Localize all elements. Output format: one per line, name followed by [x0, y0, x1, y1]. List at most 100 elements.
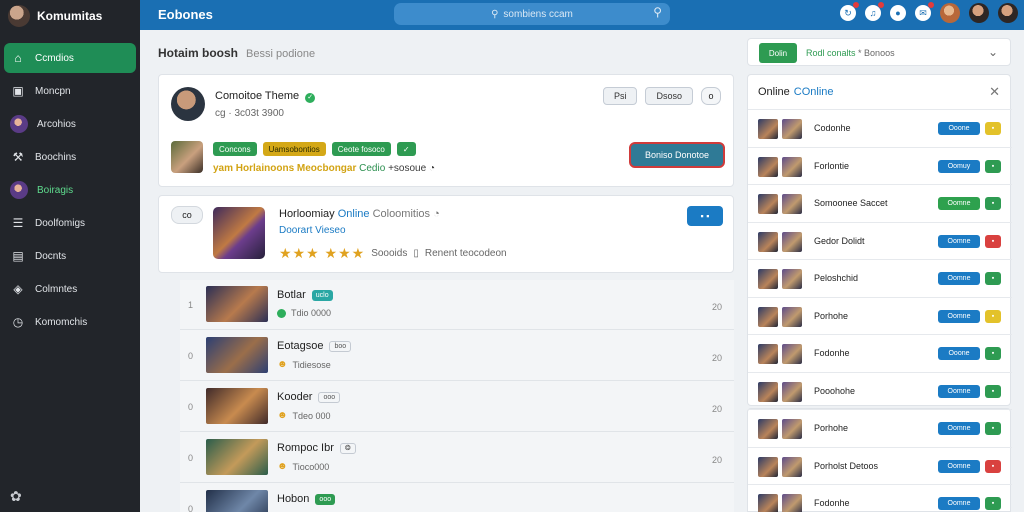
action-icon[interactable]: ▪	[985, 347, 1001, 360]
avatar[interactable]	[940, 3, 960, 23]
avatar[interactable]	[758, 344, 778, 364]
puzzle-icon[interactable]: ✿	[10, 488, 22, 505]
avatar[interactable]	[782, 156, 802, 177]
avatar[interactable]	[782, 231, 802, 252]
tag-chip[interactable]: Uamsobontios	[262, 142, 326, 156]
row-thumbnail[interactable]	[206, 286, 268, 322]
row-title[interactable]: Kooder ooo	[277, 391, 341, 403]
chevron-down-icon[interactable]: ⌄	[988, 45, 998, 59]
avatar[interactable]	[758, 419, 778, 439]
bell-icon[interactable]: ♫	[865, 2, 884, 21]
tag-chip[interactable]: ✓	[396, 142, 416, 156]
online-user-row[interactable]: Somoonee Saccet Oomne ▪	[748, 184, 1012, 221]
avatar[interactable]	[782, 344, 802, 364]
action-icon[interactable]: ▪	[985, 159, 1001, 173]
avatar[interactable]	[758, 194, 778, 214]
list-item[interactable]: 0 Hobon ooo	[180, 484, 734, 512]
online-status-button[interactable]: Oomuy	[938, 159, 980, 173]
profile-button-1[interactable]: Psi	[602, 87, 638, 105]
profile-button-2[interactable]: Dsoso	[645, 87, 693, 105]
avatar[interactable]	[758, 456, 778, 477]
list-item[interactable]: 0 Kooder ooo ☻ Tdeo 000 20	[180, 382, 734, 432]
avatar[interactable]	[998, 3, 1018, 23]
avatar[interactable]	[758, 494, 778, 512]
online-status-button[interactable]: Oomne	[938, 197, 980, 210]
row-title[interactable]: Rompoc Ibr ❂	[277, 442, 356, 454]
online-status-button[interactable]: Ooone	[938, 122, 980, 135]
filter-dropdown[interactable]: Rodl conalts * Bonoos	[806, 48, 895, 58]
online-status-button[interactable]: Oomne	[938, 384, 980, 398]
online-user-row[interactable]: Pooohohe Oomne ▪	[748, 371, 1012, 409]
list-item[interactable]: 0 Eotagsoe boo ☻ Tidiesose 20	[180, 331, 734, 381]
online-status-button[interactable]: Oomne	[938, 459, 980, 473]
avatar[interactable]	[171, 87, 205, 121]
online-user-row[interactable]: Peloshchid Oomne ▪	[748, 259, 1012, 296]
feature-pill[interactable]: co	[171, 206, 203, 224]
row-title[interactable]: Eotagsoe boo	[277, 340, 352, 352]
online-user-row[interactable]: Fodonhe Oomne ▪	[748, 484, 1012, 512]
sidebar-item-2[interactable]: Arcohios	[4, 109, 136, 139]
sidebar-item-3[interactable]: ⚒ Boochins	[4, 142, 136, 172]
row-title[interactable]: Hobon ooo	[277, 493, 336, 505]
online-status-button[interactable]: Oomne	[938, 497, 980, 510]
avatar[interactable]	[782, 456, 802, 477]
action-icon[interactable]: ▪	[985, 497, 1001, 510]
online-user-row[interactable]: Porholst Detoos Oomne ▪	[748, 446, 1012, 484]
online-status-button[interactable]: Oomne	[938, 234, 980, 248]
online-user-row[interactable]: Fodonhe Ooone ▪	[748, 334, 1012, 371]
feature-thumbnail[interactable]	[213, 207, 265, 259]
avatar[interactable]	[782, 119, 802, 139]
action-icon[interactable]: ▪	[985, 272, 1001, 285]
action-icon[interactable]: ▪	[985, 122, 1001, 135]
action-icon[interactable]: ▪	[985, 459, 1001, 473]
online-user-row[interactable]: Codonhe Ooone ▪	[748, 109, 1012, 146]
list-item[interactable]: 1 Botlar uclo Tdio 0000 20	[180, 280, 734, 330]
search-input[interactable]: ⚲ sombiens ccam ⚲	[394, 3, 670, 25]
list-item[interactable]: 0 Rompoc Ibr ❂ ☻ Tioco000 20	[180, 433, 734, 483]
online-user-row[interactable]: Forlontie Oomuy ▪	[748, 146, 1012, 184]
avatar[interactable]	[782, 381, 802, 402]
online-user-row[interactable]: Porhohe Oomne ▪	[748, 296, 1012, 334]
avatar[interactable]	[758, 306, 778, 327]
sidebar-item-0[interactable]: ⌂ Ccmdios	[4, 43, 136, 73]
close-icon[interactable]: ✕	[989, 84, 1000, 100]
sidebar-item-4[interactable]: Boiragis	[4, 175, 136, 205]
action-icon[interactable]: ▪	[985, 384, 1001, 398]
online-status-button[interactable]: Ooone	[938, 347, 980, 360]
avatar[interactable]	[782, 269, 802, 289]
filter-button[interactable]: Dolin	[759, 43, 797, 63]
brand[interactable]: Komumitas	[8, 4, 102, 28]
avatar[interactable]	[758, 269, 778, 289]
tag-chip[interactable]: Concons	[213, 142, 257, 156]
primary-action-button[interactable]: Boniso Donotoe	[629, 142, 725, 168]
sidebar-item-1[interactable]: ▣ Moncpn	[4, 76, 136, 106]
action-icon[interactable]: ▪	[985, 197, 1001, 210]
online-status-button[interactable]: Oomne	[938, 309, 980, 323]
chat-icon[interactable]: ●	[890, 5, 906, 21]
action-icon[interactable]: ▪	[985, 309, 1001, 323]
action-icon[interactable]: ▪	[985, 422, 1001, 435]
row-thumbnail[interactable]	[206, 337, 268, 373]
profile-more-button[interactable]: o	[701, 87, 721, 105]
action-icon[interactable]: ▪	[985, 234, 1001, 248]
row-thumbnail[interactable]	[206, 388, 268, 424]
avatar[interactable]	[758, 381, 778, 402]
sidebar-item-5[interactable]: ☰ Doolfomigs	[4, 208, 136, 238]
search-icon[interactable]: ⚲	[653, 5, 662, 19]
avatar[interactable]	[782, 419, 802, 439]
row-title[interactable]: Botlar uclo	[277, 289, 333, 301]
online-status-button[interactable]: Oomne	[938, 422, 980, 435]
avatar[interactable]	[758, 156, 778, 177]
sidebar-item-7[interactable]: ◈ Colmntes	[4, 274, 136, 304]
avatar[interactable]	[782, 306, 802, 327]
online-user-row[interactable]: Porhohe Oomne ▪	[748, 409, 1012, 446]
row-thumbnail[interactable]	[206, 439, 268, 475]
avatar[interactable]	[969, 3, 989, 23]
notification-icon[interactable]: ✉	[915, 2, 934, 21]
sidebar-item-6[interactable]: ▤ Docnts	[4, 241, 136, 271]
avatar[interactable]	[782, 494, 802, 512]
row-thumbnail[interactable]	[206, 490, 268, 512]
avatar[interactable]	[782, 194, 802, 214]
feature-action-button[interactable]: ▪ ▪	[687, 206, 723, 226]
refresh-icon[interactable]: ↻	[840, 2, 859, 21]
